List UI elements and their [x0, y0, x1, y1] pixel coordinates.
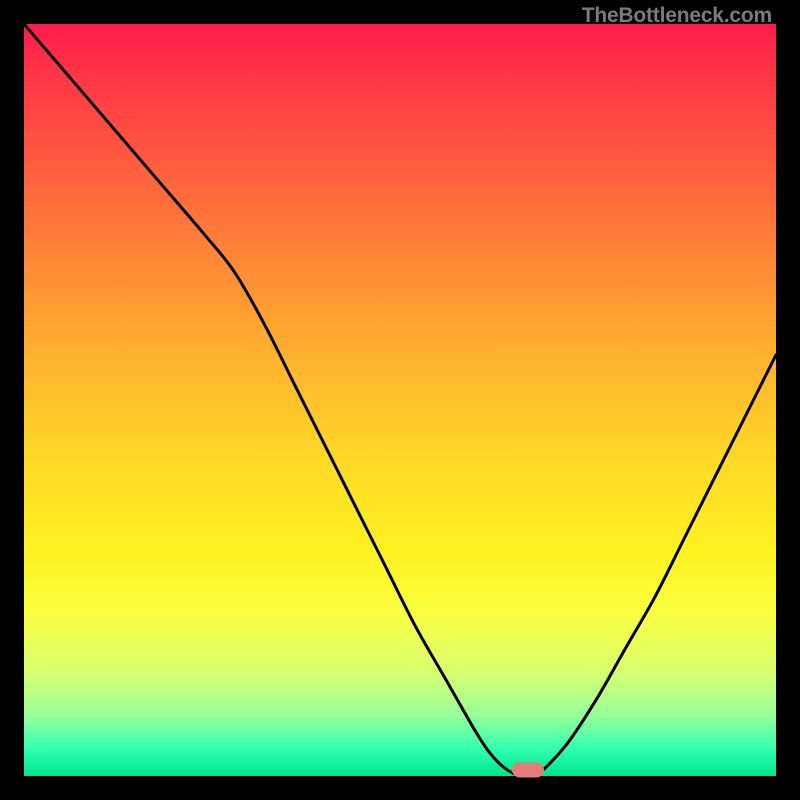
bottleneck-curve	[24, 24, 776, 776]
plot-area	[24, 24, 776, 776]
optimum-marker	[512, 763, 544, 778]
chart-frame: TheBottleneck.com	[0, 0, 800, 800]
